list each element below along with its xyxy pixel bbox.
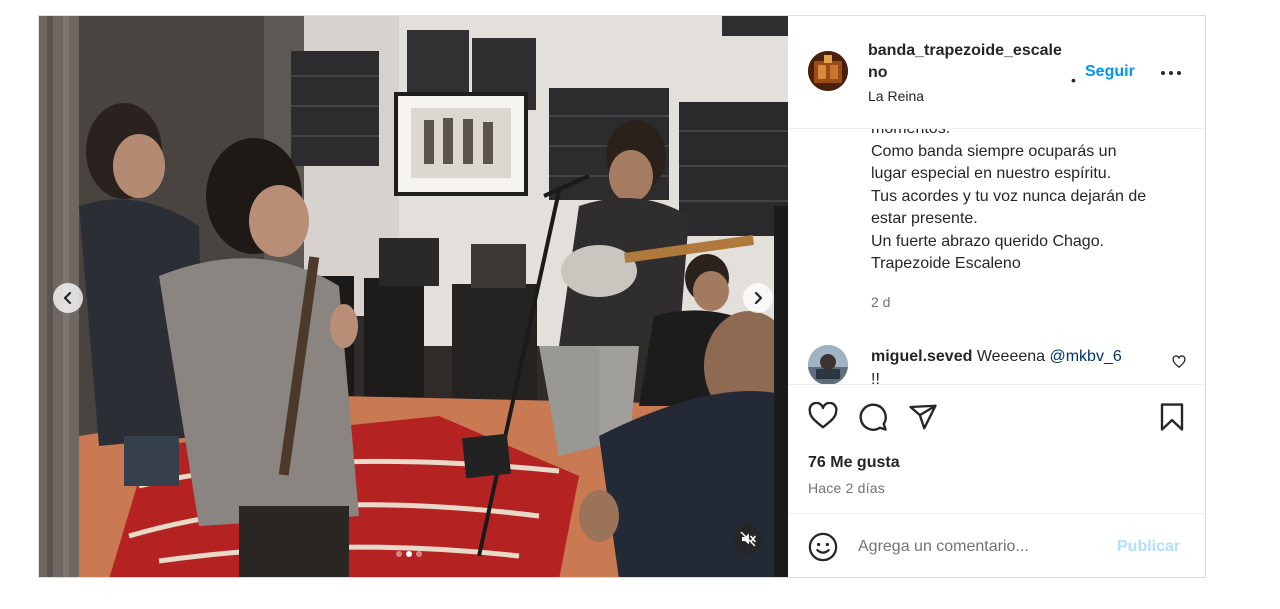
caption-line: Trapezoide Escaleno (871, 255, 1021, 272)
likes-count[interactable]: 76 Me gusta (808, 454, 900, 472)
more-options-button[interactable] (1160, 64, 1182, 82)
post-actions: 76 Me gusta Hace 2 días (788, 384, 1205, 515)
caption-line: Un fuerte abrazo querido Chago. (871, 232, 1105, 250)
post-header: banda_trapezoide_escaleno • Seguir La Re… (788, 16, 1205, 129)
follow-button[interactable]: Seguir (1085, 62, 1135, 82)
save-icon (1160, 403, 1184, 431)
smiley-icon (808, 532, 838, 562)
comment-text: Weeeena (976, 348, 1046, 365)
commenter-avatar[interactable] (808, 345, 848, 384)
carousel-dot-active (406, 551, 412, 557)
comment-body: miguel.seved Weeeena @mkbv_6 !! (871, 345, 1161, 384)
comment-text-end: !! (871, 371, 880, 384)
save-button[interactable] (1158, 402, 1186, 437)
caption-line: Tus acordes y tu voz nunca dejarán de (871, 187, 1147, 205)
more-horizontal-icon (1161, 71, 1181, 75)
post-location[interactable]: La Reina (868, 88, 924, 104)
caption-line: estar presente. (871, 210, 978, 227)
author-username[interactable]: banda_trapezoide_escaleno (868, 40, 1068, 84)
share-icon (909, 404, 937, 430)
post-side-panel: banda_trapezoide_escaleno • Seguir La Re… (788, 16, 1205, 577)
speaker-muted-icon (740, 531, 756, 547)
heart-icon (808, 401, 838, 429)
carousel-indicator (396, 551, 422, 557)
carousel-dot (416, 551, 422, 557)
band-rehearsal-photo (39, 16, 788, 577)
instagram-post: banda_trapezoide_escaleno • Seguir La Re… (38, 15, 1206, 578)
avatar-image (808, 51, 848, 91)
comment-icon (859, 403, 887, 431)
caption-line: Como banda siempre ocuparás un (871, 142, 1117, 160)
emoji-button[interactable] (808, 532, 838, 567)
caption-time[interactable]: 2 d (871, 294, 890, 310)
next-slide-button[interactable] (743, 283, 773, 313)
separator-dot: • (1071, 72, 1076, 88)
comment-button[interactable] (858, 402, 888, 437)
like-button[interactable] (808, 401, 838, 435)
chevron-right-icon (754, 291, 763, 305)
post-timestamp[interactable]: Hace 2 días (808, 480, 885, 496)
heart-outline-icon (1172, 355, 1186, 368)
comments-section[interactable]: momentos. Como banda siempre ocuparás un… (788, 128, 1205, 384)
caption-line: lugar especial en nuestro espíritu. (871, 165, 1112, 182)
carousel-dot (396, 551, 402, 557)
mute-toggle-button[interactable] (733, 524, 763, 554)
post-caption: momentos. Como banda siempre ocuparás un… (871, 128, 1191, 276)
publish-button[interactable]: Publicar (1117, 538, 1180, 556)
comment-like-button[interactable] (1172, 355, 1186, 374)
add-comment-bar: Publicar (788, 513, 1205, 577)
chevron-left-icon (63, 291, 72, 305)
share-button[interactable] (908, 402, 938, 437)
post-media[interactable] (39, 16, 788, 577)
comment-input[interactable] (858, 535, 1108, 559)
comment-username[interactable]: miguel.seved (871, 348, 972, 365)
previous-slide-button[interactable] (53, 283, 83, 313)
author-avatar[interactable] (808, 51, 848, 91)
comment-mention[interactable]: @mkbv_6 (1049, 348, 1121, 365)
caption-line: momentos. (871, 128, 951, 137)
avatar-image (808, 345, 848, 384)
